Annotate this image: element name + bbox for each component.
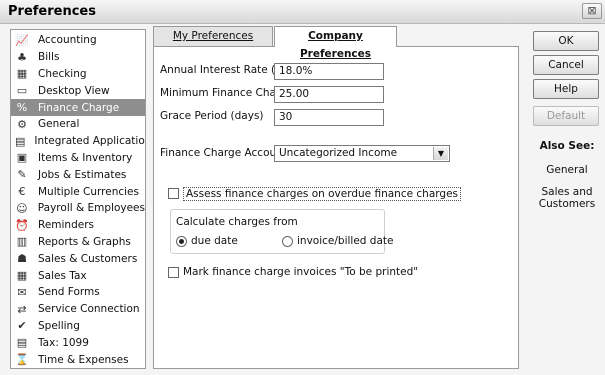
sidebar-item-desktop-view[interactable]: ▭ Desktop View <box>11 82 145 99</box>
finance-charge-icon: % <box>16 101 28 115</box>
sidebar-item-payroll-employees[interactable]: ☺ Payroll & Employees <box>11 200 145 217</box>
finance-charge-account-label: Finance Charge Account <box>160 147 287 159</box>
bills-icon: ♣ <box>17 50 27 64</box>
also-see-title: Also See: <box>539 140 595 152</box>
items-inventory-icon: ▣ <box>16 151 28 165</box>
ok-button[interactable]: OK <box>533 31 599 51</box>
annual-interest-rate-label: Annual Interest Rate (%) <box>160 64 290 76</box>
service-connection-icon: ⇄ <box>17 302 27 316</box>
sidebar-item-checking[interactable]: ▦ Checking <box>11 66 145 83</box>
close-button[interactable]: ⊠ <box>582 3 602 19</box>
close-icon: ⊠ <box>587 4 597 17</box>
sidebar-item-sales-customers[interactable]: ☗ Sales & Customers <box>11 250 145 267</box>
general-icon: ⚙ <box>17 117 27 131</box>
sidebar-item-label: Send Forms <box>38 286 100 299</box>
checking-icon: ▦ <box>16 67 28 81</box>
sidebar-item-sales-tax[interactable]: ▦ Sales Tax <box>11 267 145 284</box>
sidebar-item-label: Reminders <box>38 219 94 232</box>
sidebar-item-items-inventory[interactable]: ▣ Items & Inventory <box>11 150 145 167</box>
sidebar-item-label: Accounting <box>38 34 97 47</box>
sidebar-item-bills[interactable]: ♣ Bills <box>11 49 145 66</box>
chevron-down-icon: ▼ <box>433 147 448 160</box>
assess-overdue-checkbox[interactable] <box>168 188 179 199</box>
due-date-radio[interactable] <box>176 236 187 247</box>
also-see-link-sales-customers[interactable]: Sales and Customers <box>530 186 604 210</box>
desktop-view-icon: ▭ <box>16 84 28 98</box>
sidebar-item-label: Reports & Graphs <box>38 235 131 248</box>
sidebar-item-label: Desktop View <box>38 84 110 97</box>
sidebar-item-label: Payroll & Employees <box>37 202 145 215</box>
sidebar-item-label: Spelling <box>38 319 80 332</box>
time-expenses-icon: ⌛ <box>15 353 29 367</box>
tax-1099-icon: ▤ <box>16 336 28 350</box>
sidebar-item-label: Checking <box>38 67 87 80</box>
window-title: Preferences <box>8 4 96 19</box>
mark-to-be-printed-label[interactable]: Mark finance charge invoices "To be prin… <box>183 266 418 278</box>
default-button[interactable]: Default <box>533 106 599 126</box>
grace-period-field[interactable]: 30 <box>274 109 384 126</box>
help-button[interactable]: Help <box>533 79 599 99</box>
annual-interest-rate-field[interactable]: 18.0% <box>274 63 384 80</box>
tab-my-preferences[interactable]: My Preferences <box>153 26 273 46</box>
sidebar-item-label: Time & Expenses <box>38 353 129 366</box>
sidebar-item-label: Sales & Customers <box>38 252 138 265</box>
sidebar-item-general[interactable]: ⚙ General <box>11 116 145 133</box>
invoice-billed-date-label[interactable]: invoice/billed date <box>297 235 393 247</box>
sidebar-item-time-expenses[interactable]: ⌛ Time & Expenses <box>11 351 145 368</box>
jobs-estimates-icon: ✎ <box>17 168 27 182</box>
preferences-category-list[interactable]: 📈 Accounting ♣ Bills ▦ Checking ▭ Desktop View%… <box>10 29 146 369</box>
accounting-icon: 📈 <box>15 33 29 47</box>
sidebar-item-label: Jobs & Estimates <box>38 168 127 181</box>
assess-overdue-label[interactable]: Assess finance charges on overdue financ… <box>183 187 462 201</box>
sidebar-item-reports-graphs[interactable]: ▥ Reports & Graphs <box>11 234 145 251</box>
mark-to-be-printed-checkbox[interactable] <box>168 267 179 278</box>
company-preferences-panel: Annual Interest Rate (%) 18.0% Minimum F… <box>153 46 519 369</box>
due-date-label[interactable]: due date <box>191 235 238 247</box>
sidebar-item-label: Bills <box>38 51 60 64</box>
sidebar-item-label: Integrated Applications <box>34 135 146 148</box>
sidebar-item-tax-1099[interactable]: ▤ Tax: 1099 <box>11 334 145 351</box>
sales-customers-icon: ☗ <box>17 252 27 266</box>
finance-charge-account-value: Uncategorized Income <box>279 147 398 159</box>
sidebar-item-service-connection[interactable]: ⇄ Service Connection <box>11 301 145 318</box>
sidebar-item-spelling[interactable]: ✔ Spelling <box>11 318 145 335</box>
sidebar-item-label: Sales Tax <box>38 269 87 282</box>
payroll-employees-icon: ☺ <box>16 201 28 215</box>
sidebar-item-jobs-estimates[interactable]: ✎ Jobs & Estimates <box>11 166 145 183</box>
sales-tax-icon: ▦ <box>16 269 28 283</box>
sidebar-item-label: Multiple Currencies <box>38 185 139 198</box>
sidebar-item-finance-charge[interactable]: % Finance Charge <box>11 99 145 116</box>
also-see-link-general[interactable]: General <box>530 164 604 176</box>
reports-graphs-icon: ▥ <box>16 235 28 249</box>
minimum-finance-charge-field[interactable]: 25.00 <box>274 86 384 103</box>
multiple-currencies-icon: € <box>18 185 26 199</box>
sidebar-item-label: Service Connection <box>38 303 140 316</box>
sidebar-item-multiple-currencies[interactable]: € Multiple Currencies <box>11 183 145 200</box>
sidebar-item-label: Finance Charge <box>38 101 120 114</box>
tab-company-preferences[interactable]: Company Preferences <box>274 26 397 60</box>
title-bar: Preferences ⊠ <box>0 0 605 24</box>
sidebar-item-label: General <box>38 118 80 131</box>
sidebar-item-label: Items & Inventory <box>38 151 133 164</box>
calculate-charges-group: Calculate charges from due date invoice/… <box>170 209 393 254</box>
spelling-icon: ✔ <box>17 319 27 333</box>
integrated-applications-icon: ▤ <box>15 134 26 148</box>
cancel-button[interactable]: Cancel <box>533 55 599 75</box>
invoice-billed-date-radio[interactable] <box>282 236 293 247</box>
sidebar-item-send-forms[interactable]: ✉ Send Forms <box>11 284 145 301</box>
sidebar-item-integrated-applications[interactable]: ▤ Integrated Applications <box>11 133 145 150</box>
reminders-icon: ⏰ <box>15 218 29 232</box>
send-forms-icon: ✉ <box>17 285 27 299</box>
grace-period-label: Grace Period (days) <box>160 110 264 122</box>
sidebar-item-reminders[interactable]: ⏰ Reminders <box>11 217 145 234</box>
sidebar-item-label: Tax: 1099 <box>38 336 89 349</box>
finance-charge-account-select[interactable]: Uncategorized Income ▼ <box>274 145 450 162</box>
calculate-from-label: Calculate charges from <box>176 216 298 228</box>
sidebar-item-accounting[interactable]: 📈 Accounting <box>11 32 145 49</box>
